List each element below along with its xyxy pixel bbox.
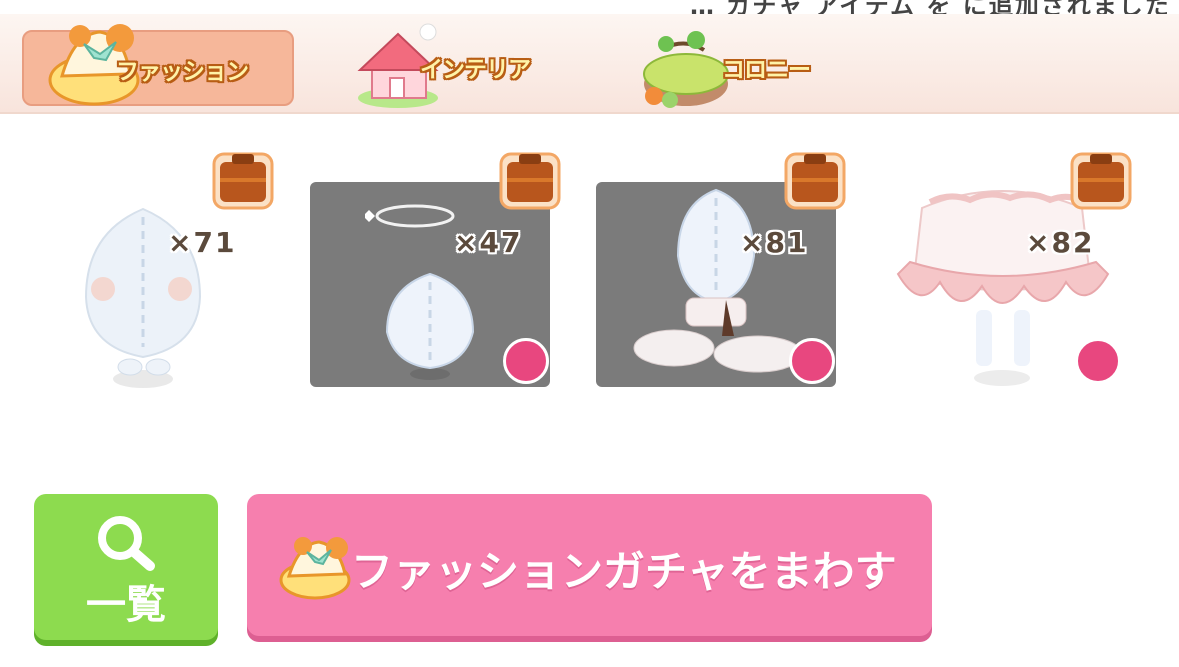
category-tab-bar: ファッション インテリア コロニー <box>0 14 1179 114</box>
tab-interior-label: インテリア <box>420 57 531 83</box>
tab-fashion[interactable]: ファッション <box>22 24 294 106</box>
item-card[interactable]: ×71 <box>28 182 268 388</box>
item-card[interactable]: ×82 <box>882 182 1122 387</box>
bag-icon <box>1070 152 1132 210</box>
fashion-dress-icon <box>279 537 351 600</box>
item-card[interactable]: ×47 <box>310 182 550 387</box>
item-count: ×71 <box>168 226 237 259</box>
list-button[interactable]: 一覧 <box>34 494 218 640</box>
tab-interior[interactable]: インテリア <box>340 23 612 108</box>
item-count: ×81 <box>740 226 809 259</box>
halo-outfit-image <box>365 204 475 380</box>
top-banner-cutoff: … ガチャ アイテム を に追加されました <box>0 0 1179 14</box>
bag-icon <box>784 152 846 210</box>
dropper-icon[interactable] <box>503 338 549 384</box>
tab-fashion-label: ファッション <box>116 59 249 85</box>
bag-icon <box>499 152 561 210</box>
item-list: ×71 ×47 ×81 ×82 <box>0 140 1179 410</box>
item-card[interactable]: ×81 <box>596 182 836 387</box>
item-count: ×47 <box>454 226 523 259</box>
dropper-icon[interactable] <box>789 338 835 384</box>
search-icon <box>98 516 155 571</box>
fashion-gacha-button[interactable]: ファッションガチャをまわす <box>247 494 932 636</box>
tab-colony-label: コロニー <box>722 57 811 83</box>
dropper-icon[interactable] <box>1075 338 1121 384</box>
ruffle-outfit-image <box>633 188 803 373</box>
colony-island-icon <box>643 31 729 108</box>
tab-colony[interactable]: コロニー <box>630 30 902 108</box>
list-button-label: 一覧 <box>86 582 166 628</box>
bag-icon <box>212 152 274 210</box>
item-count: ×82 <box>1026 226 1095 259</box>
banner-text: … ガチャ アイテム を に追加されました <box>690 0 1171 14</box>
gacha-button-label: ファッションガチャをまわす <box>351 547 897 596</box>
